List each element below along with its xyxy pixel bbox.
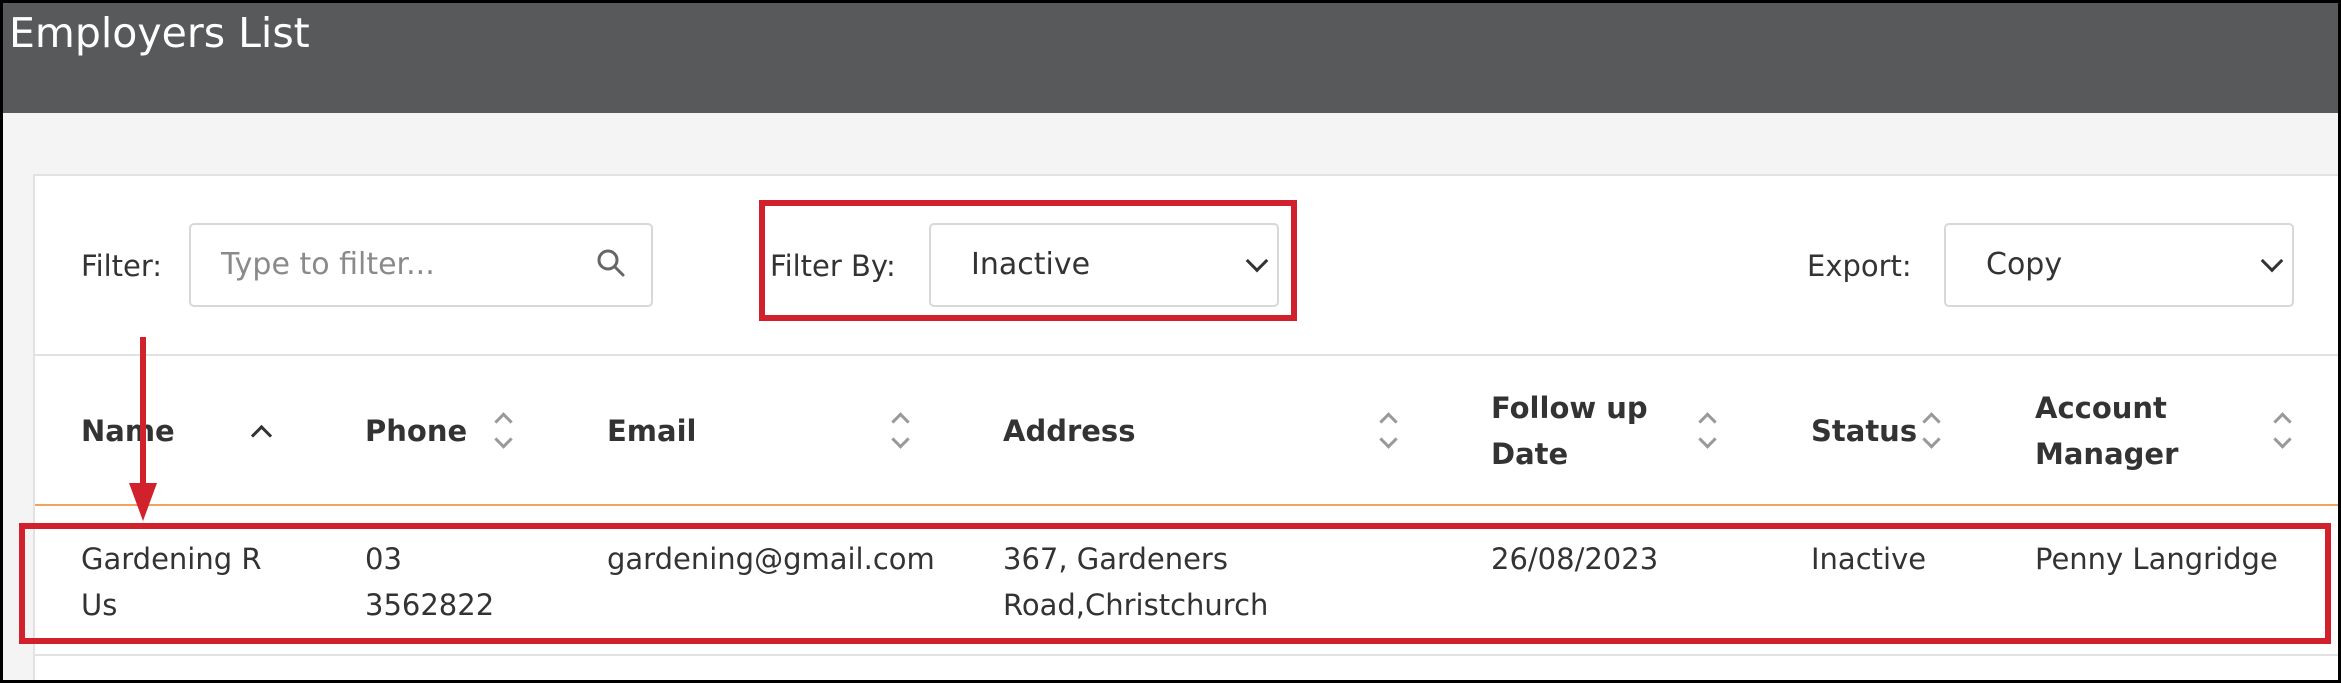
table-top-divider — [35, 354, 2338, 356]
export-select[interactable]: Copy — [1944, 223, 2294, 307]
filter-label: Filter: — [81, 249, 163, 283]
sort-icon[interactable] — [1379, 411, 1398, 451]
column-header-email[interactable]: Email — [607, 408, 696, 454]
export-label: Export: — [1807, 249, 1912, 283]
sort-icon[interactable] — [2273, 411, 2292, 451]
sort-icon[interactable] — [494, 411, 513, 451]
filter-by-highlight-box — [759, 200, 1297, 321]
chevron-down-icon — [2260, 249, 2284, 273]
column-header-phone[interactable]: Phone — [365, 408, 467, 454]
page-header: Employers List — [3, 3, 2338, 113]
sort-icon[interactable] — [891, 411, 910, 451]
column-header-status[interactable]: Status — [1811, 408, 1917, 454]
header-divider — [35, 504, 2338, 506]
column-header-account-manager[interactable]: Account Manager — [2035, 385, 2178, 477]
row-highlight-box — [19, 523, 2331, 644]
page-title: Employers List — [9, 9, 310, 57]
sort-icon[interactable] — [1922, 411, 1941, 451]
filter-input[interactable]: Type to filter... — [189, 223, 653, 307]
filter-placeholder: Type to filter... — [221, 247, 435, 282]
app-window: Employers List Filter: Type to filter...… — [0, 0, 2341, 683]
annotation-arrow-icon — [129, 337, 157, 521]
sort-icon[interactable] — [1698, 411, 1717, 451]
row-divider — [35, 654, 2338, 656]
column-header-follow-up-date[interactable]: Follow up Date — [1491, 385, 1648, 477]
column-header-address[interactable]: Address — [1003, 408, 1135, 454]
search-icon — [597, 249, 625, 277]
export-selected: Copy — [1986, 247, 2063, 282]
